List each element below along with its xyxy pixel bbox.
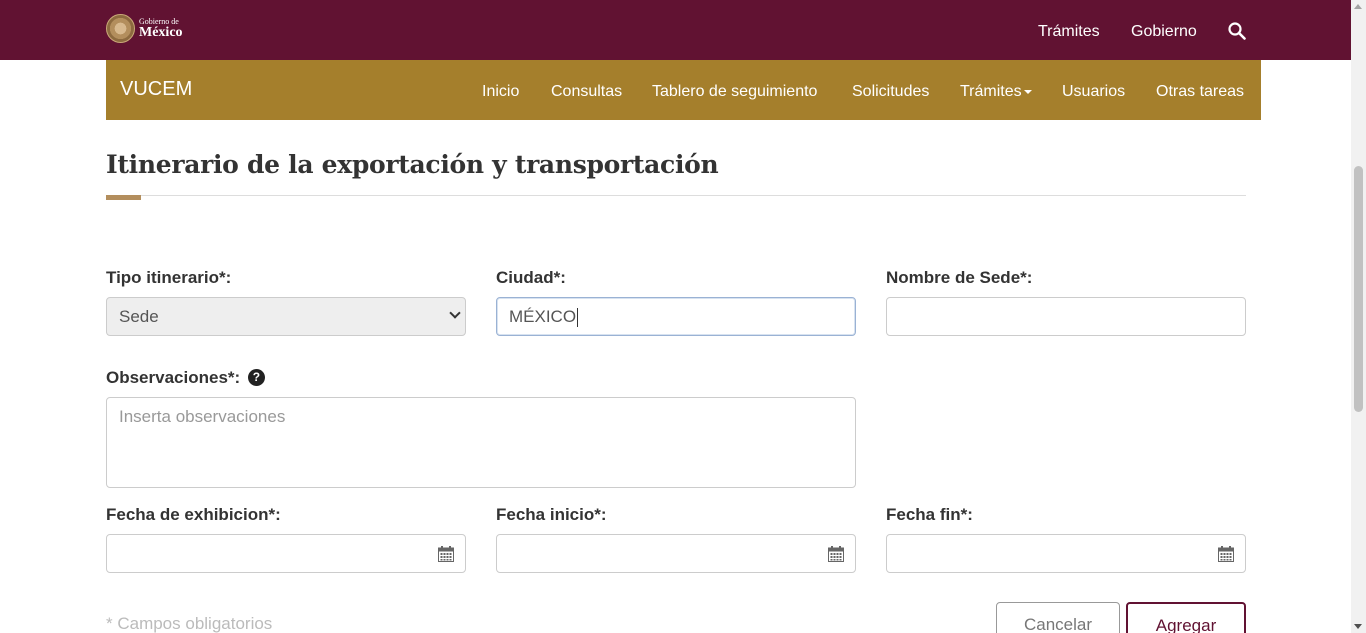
nav-item-usuarios[interactable]: Usuarios xyxy=(1062,83,1125,101)
calendar-icon[interactable] xyxy=(1218,546,1234,562)
nav-item-solicitudes[interactable]: Solicitudes xyxy=(852,83,929,101)
page-title: Itinerario de la exportación y transport… xyxy=(106,150,719,179)
question-circle-icon[interactable]: ? xyxy=(247,369,265,386)
tipo-itinerario-label: Tipo itinerario*: xyxy=(106,268,232,287)
fecha-fin-input[interactable] xyxy=(886,534,1246,573)
scroll-up-arrow-icon[interactable] xyxy=(1354,4,1362,9)
add-button[interactable]: Agregar xyxy=(1126,602,1246,633)
logo-text: Gobierno de México xyxy=(139,17,183,40)
fecha-fin-label: Fecha fin*: xyxy=(886,505,973,524)
gov-link-tramites[interactable]: Trámites xyxy=(1038,23,1100,41)
text-cursor xyxy=(577,308,579,328)
vertical-scrollbar[interactable] xyxy=(1351,0,1366,633)
required-fields-note: * Campos obligatorios xyxy=(106,614,273,633)
brand-vucem[interactable]: VUCEM xyxy=(120,78,192,101)
ciudad-label: Ciudad*: xyxy=(496,268,566,287)
search-icon[interactable] xyxy=(1228,22,1246,40)
nombre-sede-label: Nombre de Sede*: xyxy=(886,268,1033,287)
main-navigation: VUCEM Inicio Consultas Tablero de seguim… xyxy=(106,60,1261,120)
tipo-itinerario-select[interactable]: Sede xyxy=(106,297,466,336)
fecha-inicio-input[interactable] xyxy=(496,534,856,573)
ciudad-input[interactable]: MÉXICO xyxy=(496,297,856,336)
observaciones-placeholder: Inserta observaciones xyxy=(119,407,286,426)
calendar-icon[interactable] xyxy=(438,546,454,562)
fecha-inicio-label: Fecha inicio*: xyxy=(496,505,607,524)
observaciones-label-text: Observaciones*: xyxy=(106,368,241,387)
fecha-exhibicion-input[interactable] xyxy=(106,534,466,573)
national-seal-icon xyxy=(106,14,135,43)
caret-down-icon xyxy=(1023,89,1032,94)
logo-big-text: México xyxy=(139,24,183,40)
nav-item-tramites-label: Trámites xyxy=(960,83,1022,100)
nav-item-consultas[interactable]: Consultas xyxy=(551,83,622,101)
observaciones-label: Observaciones*: ? xyxy=(106,368,265,388)
fecha-exhibicion-label: Fecha de exhibicion*: xyxy=(106,505,281,524)
nav-item-tablero[interactable]: Tablero de seguimiento xyxy=(652,83,817,101)
chevron-down-icon xyxy=(449,307,461,319)
nav-item-inicio[interactable]: Inicio xyxy=(482,83,519,101)
gobierno-mexico-logo[interactable]: Gobierno de México xyxy=(106,14,183,43)
cancel-button[interactable]: Cancelar xyxy=(996,602,1120,633)
title-accent-bar xyxy=(106,195,141,200)
observaciones-textarea[interactable]: Inserta observaciones xyxy=(106,397,856,488)
ciudad-value: MÉXICO xyxy=(509,307,577,326)
tipo-itinerario-value: Sede xyxy=(119,307,159,326)
scroll-down-arrow-icon[interactable] xyxy=(1354,624,1362,629)
title-divider xyxy=(106,195,1246,196)
nav-item-otras-tareas[interactable]: Otras tareas xyxy=(1156,83,1244,101)
government-header: Gobierno de México Trámites Gobierno xyxy=(0,0,1351,60)
nombre-sede-input[interactable] xyxy=(886,297,1246,336)
gov-link-gobierno[interactable]: Gobierno xyxy=(1131,23,1197,41)
calendar-icon[interactable] xyxy=(828,546,844,562)
nav-item-tramites-dropdown[interactable]: Trámites xyxy=(960,83,1032,101)
scrollbar-thumb[interactable] xyxy=(1354,166,1363,412)
